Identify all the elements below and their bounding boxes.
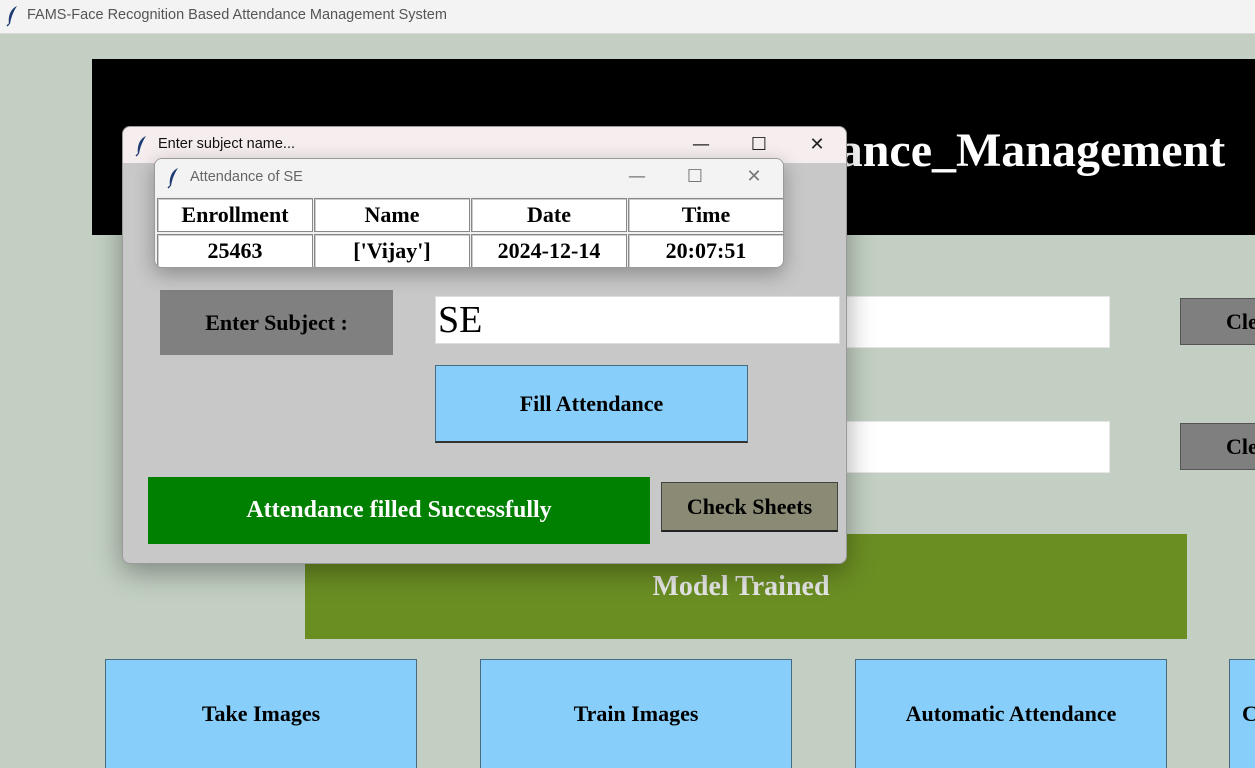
feather-icon: [6, 6, 17, 27]
cell-time: 20:07:51: [628, 234, 783, 267]
attendance-window: Attendance of SE — ☐ ✕ Enrollment Name D…: [154, 158, 784, 268]
enrollment-input[interactable]: [840, 296, 1110, 348]
check-sheets-button[interactable]: Check Sheets: [661, 482, 838, 532]
partial-button[interactable]: C: [1229, 659, 1255, 768]
status-message: Attendance filled Successfully: [148, 477, 650, 544]
attendance-window-titlebar[interactable]: Attendance of SE — ☐ ✕: [155, 159, 783, 196]
clear-button-1[interactable]: Cle: [1180, 298, 1255, 345]
name-input[interactable]: [840, 421, 1110, 473]
subject-input[interactable]: SE: [435, 296, 840, 344]
header-name: Name: [314, 198, 470, 232]
main-window-titlebar[interactable]: FAMS-Face Recognition Based Attendance M…: [0, 0, 1255, 34]
cell-date: 2024-12-14: [471, 234, 627, 267]
maximize-icon[interactable]: ☐: [675, 162, 715, 192]
close-icon[interactable]: ✕: [797, 130, 837, 160]
fill-attendance-button[interactable]: Fill Attendance: [435, 365, 748, 443]
header-enrollment: Enrollment: [157, 198, 313, 232]
main-window-title: FAMS-Face Recognition Based Attendance M…: [27, 7, 447, 23]
minimize-icon[interactable]: —: [617, 162, 657, 192]
train-images-button[interactable]: Train Images: [480, 659, 792, 768]
subject-dialog-title: Enter subject name...: [158, 136, 296, 152]
cell-enrollment: 25463: [157, 234, 313, 267]
minimize-icon[interactable]: —: [681, 130, 721, 160]
feather-icon: [135, 136, 146, 157]
header-time: Time: [628, 198, 783, 232]
cell-name: ['Vijay']: [314, 234, 470, 267]
model-status-text: Model Trained: [652, 570, 830, 602]
maximize-icon[interactable]: ☐: [739, 130, 779, 160]
feather-icon: [167, 168, 178, 189]
attendance-window-title: Attendance of SE: [190, 169, 303, 185]
banner-title: dance_Management: [812, 124, 1226, 177]
automatic-attendance-button[interactable]: Automatic Attendance: [855, 659, 1167, 768]
take-images-button[interactable]: Take Images: [105, 659, 417, 768]
enter-subject-label: Enter Subject :: [160, 290, 393, 355]
clear-button-2[interactable]: Cle: [1180, 423, 1255, 470]
close-icon[interactable]: ✕: [734, 162, 774, 192]
header-date: Date: [471, 198, 627, 232]
